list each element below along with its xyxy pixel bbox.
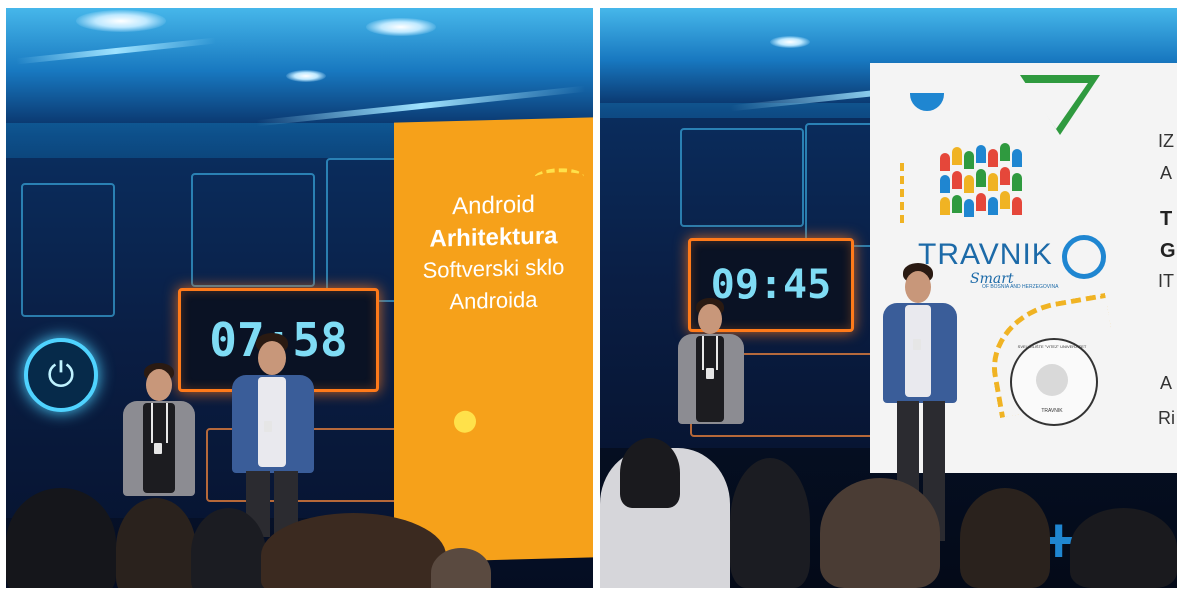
logo-tile (1000, 191, 1010, 209)
ceiling-light (286, 70, 326, 82)
ceiling-light (770, 36, 810, 48)
right-photo: 09:45 TRAVNIK Smart OF BOSNIA AND HERZEG… (600, 8, 1177, 588)
audience-member (261, 513, 446, 588)
logo-tile (964, 199, 974, 217)
slide-text-fragment: G (1160, 240, 1176, 262)
logo-tile (976, 169, 986, 187)
slide-text-fragment: T (1160, 208, 1173, 230)
slide-text-fragment: IZ (1158, 131, 1174, 151)
logo-tile (952, 195, 962, 213)
slide-line-2: Arhitektura (429, 222, 558, 253)
logo-tile (988, 173, 998, 191)
slide-dot (454, 410, 476, 434)
logo-tile (1000, 167, 1010, 185)
logo-tile (952, 171, 962, 189)
logo-tile (940, 153, 950, 171)
audience-member (116, 498, 196, 588)
seal-text: SVEUČILIŠTE "VITEZ" UNIVERZITET (1017, 344, 1087, 349)
logo-tile (1012, 173, 1022, 191)
logo-tile (940, 197, 950, 215)
logo-tile (976, 193, 986, 211)
triangle-outline-inner (1024, 83, 1088, 129)
circle-outline-icon (1062, 235, 1106, 279)
slide-text-fragment: IT (1158, 271, 1174, 291)
slide-text-fragment: A (1160, 163, 1173, 183)
circuit-line (326, 158, 400, 302)
audience-member (191, 508, 266, 588)
slide-text-fragment: A (1160, 373, 1173, 393)
audience-member (620, 438, 680, 508)
slide-line-1: Android (452, 190, 535, 221)
seal-emblem (1036, 364, 1068, 396)
logo-tile (964, 175, 974, 193)
audience-member (820, 478, 940, 588)
logo-tile (976, 145, 986, 163)
slide-line-4: Androida (449, 286, 538, 315)
logo-tagline: OF BOSNIA AND HERZEGOVINA (982, 284, 1059, 290)
slide-text-fragment: Ri (1158, 408, 1175, 428)
logo-tile (940, 175, 950, 193)
university-seal: SVEUČILIŠTE "VITEZ" UNIVERZITET TRAVNIK (1010, 338, 1098, 426)
audience-member (1070, 508, 1177, 588)
logo-tile (988, 197, 998, 215)
logo-tile (1012, 149, 1022, 167)
audience-member (960, 488, 1050, 588)
seal-city: TRAVNIK (1041, 408, 1063, 414)
power-standby-icon: ⏻ (24, 338, 98, 412)
logo-tile (964, 151, 974, 169)
left-photo: ⏻ 07:58 Android Arhitektura Softverski s… (6, 8, 593, 588)
audience-member (730, 458, 810, 588)
slide-decoration (900, 163, 910, 223)
slide-decoration (534, 167, 584, 187)
slide-decoration (910, 93, 944, 111)
ceiling-light (76, 10, 166, 32)
speaker-left (111, 363, 206, 513)
circuit-line (805, 123, 874, 247)
slide-line-3: Softverski sklo (422, 254, 565, 283)
audience-member (6, 488, 116, 588)
speaker-left (670, 298, 750, 448)
logo-tile (988, 149, 998, 167)
circuit-line (21, 183, 115, 317)
logo-tile (1012, 197, 1022, 215)
presentation-slide: Android Arhitektura Softverski sklo Andr… (394, 117, 593, 563)
logo-tile (1000, 143, 1010, 161)
circuit-line (191, 173, 315, 287)
logo-tile (952, 147, 962, 165)
ceiling-light (366, 18, 436, 36)
circuit-line (680, 128, 804, 227)
